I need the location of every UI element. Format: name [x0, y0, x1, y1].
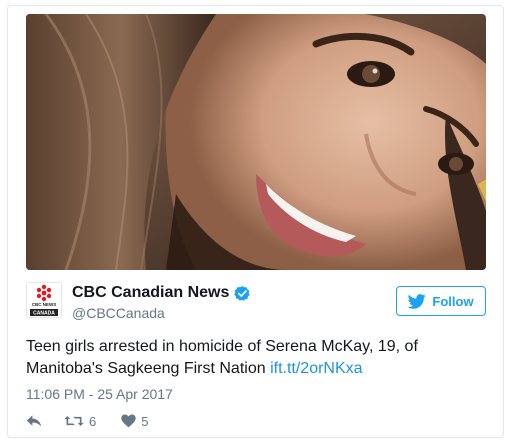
author-name-row: CBC Canadian News	[72, 283, 251, 303]
tweet-timestamp[interactable]: 11:06 PM - 25 Apr 2017	[26, 386, 173, 402]
twitter-bird-icon	[408, 293, 427, 309]
heart-icon	[121, 414, 136, 428]
author-handle[interactable]: @CBCCanada	[72, 305, 165, 321]
retweet-icon	[64, 416, 84, 426]
tweet-actions: 6 5	[26, 411, 148, 431]
verified-badge-icon	[234, 285, 250, 301]
like-count: 5	[141, 413, 149, 429]
like-button[interactable]: 5	[121, 414, 148, 429]
retweet-button[interactable]: 6	[64, 414, 96, 429]
reply-icon	[26, 415, 42, 427]
follow-label: Follow	[432, 293, 474, 309]
follow-button[interactable]: Follow	[396, 286, 486, 316]
tweet-header: CBC NEWS CANADA CBC Canadian News @CBCCa…	[26, 282, 486, 326]
logo-bottom-text: CANADA	[33, 311, 55, 317]
author-name[interactable]: CBC Canadian News	[72, 284, 229, 302]
cbc-logo[interactable]: CBC NEWS CANADA	[26, 282, 62, 318]
reply-button[interactable]	[26, 414, 42, 428]
retweet-count: 6	[89, 413, 97, 429]
tweet-photo[interactable]	[26, 14, 486, 270]
tweet-link[interactable]: ift.tt/2orNKxa	[270, 360, 362, 377]
tweet-text: Teen girls arrested in homicide of Seren…	[26, 336, 486, 380]
logo-top-text: CBC NEWS	[32, 302, 57, 307]
tweet-card: CBC NEWS CANADA CBC Canadian News @CBCCa…	[7, 5, 504, 438]
